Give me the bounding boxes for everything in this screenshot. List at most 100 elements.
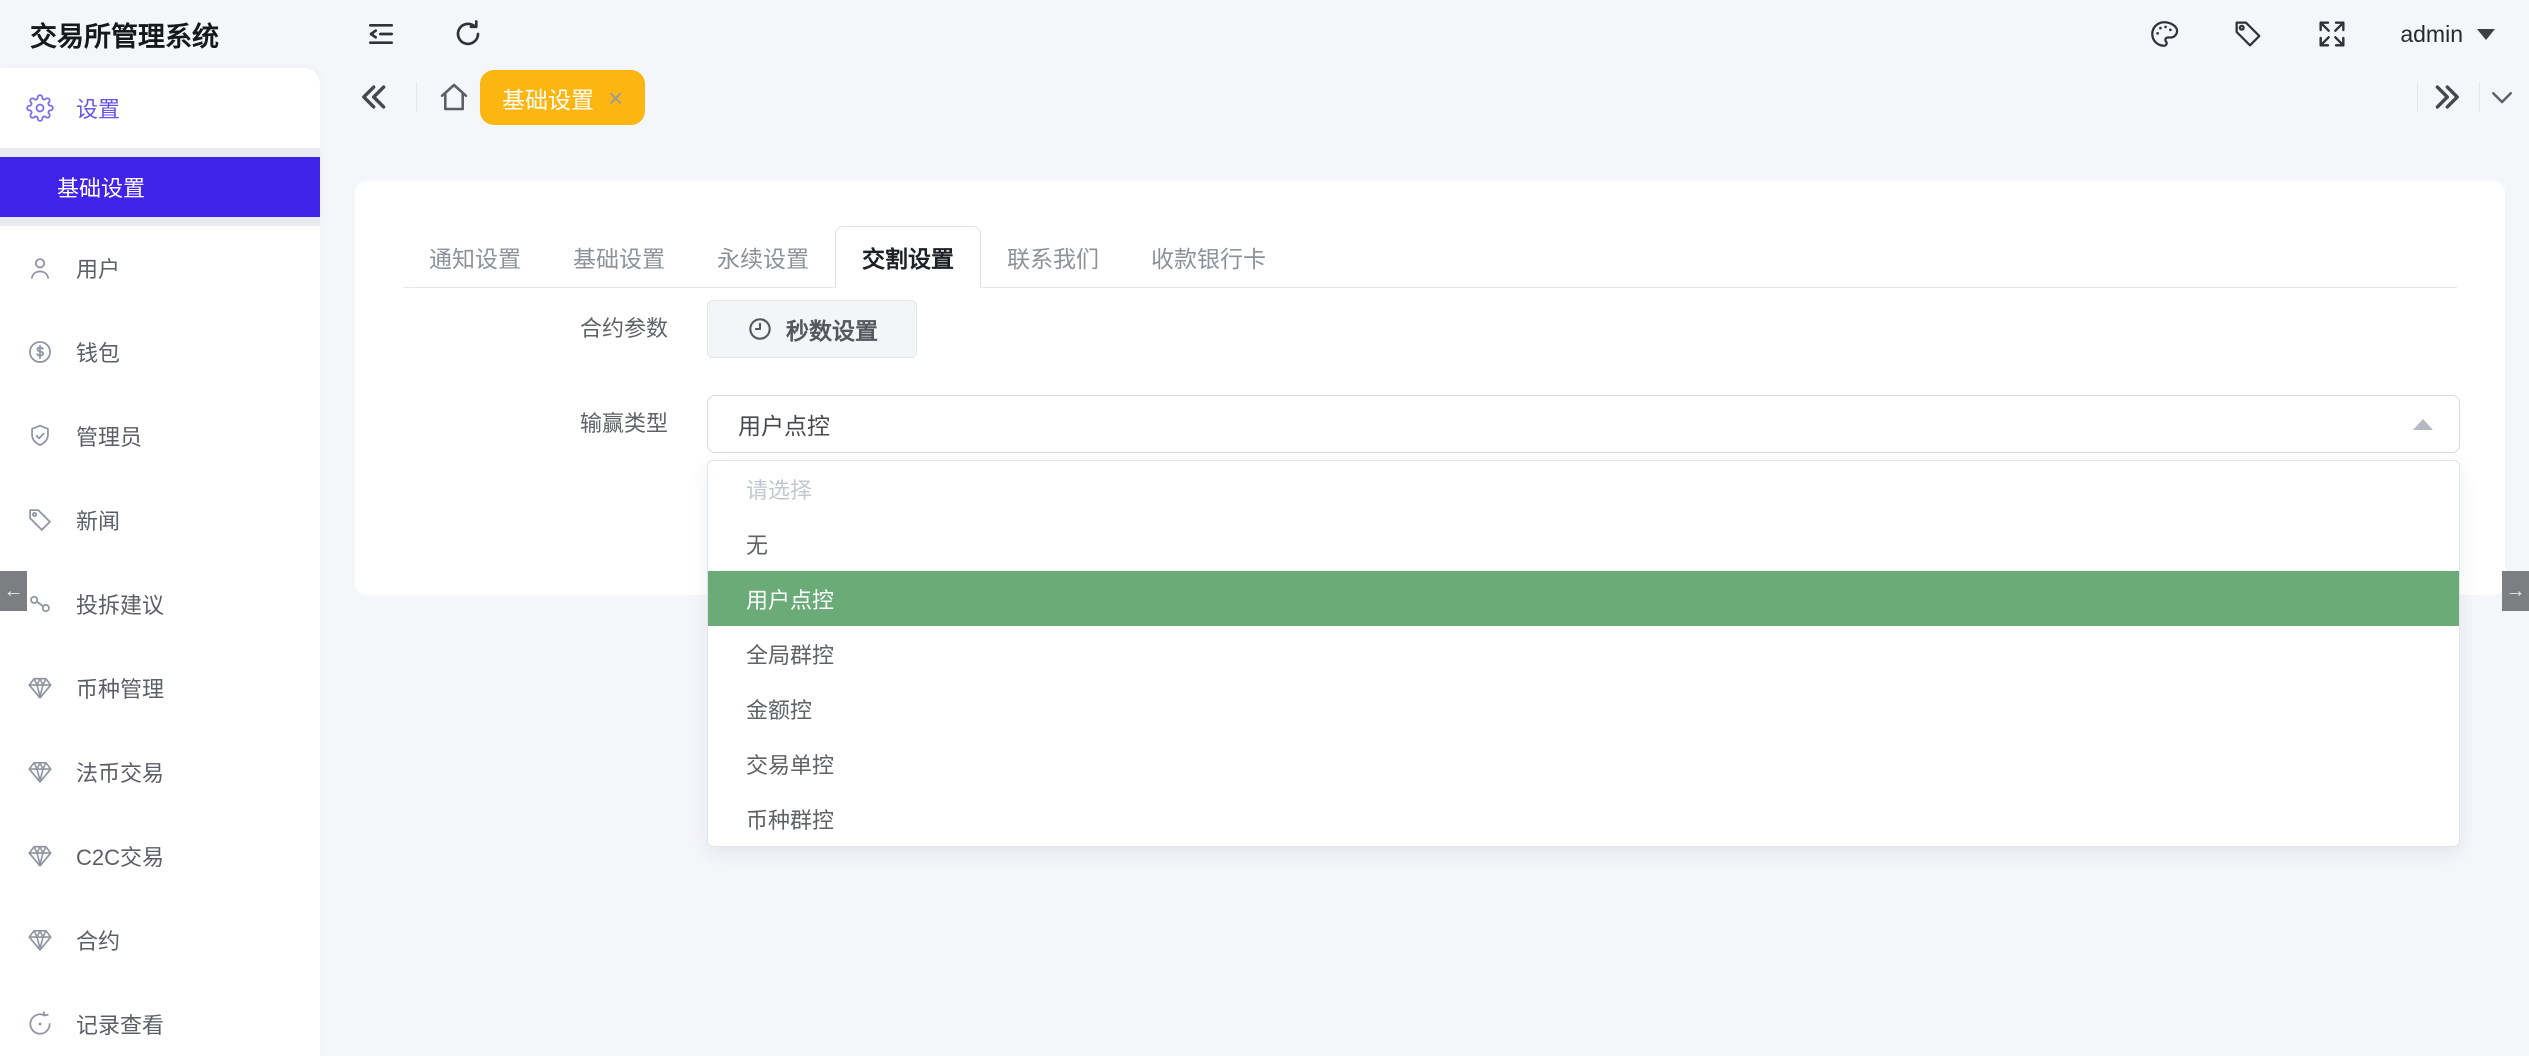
sidebar-item-label: 法币交易 xyxy=(76,756,164,788)
divider xyxy=(2479,82,2480,112)
wallet-icon xyxy=(26,338,54,366)
link-icon xyxy=(26,590,54,618)
divider xyxy=(2417,82,2418,112)
sidebar-item-label: 投拆建议 xyxy=(76,588,164,620)
tags-bar: 基础设置 × xyxy=(320,68,2529,126)
sidebar-item-label: 管理员 xyxy=(76,420,142,452)
sidebar-item-fiat-trade[interactable]: 法币交易 xyxy=(0,730,320,814)
option-amount-control[interactable]: 金额控 xyxy=(708,681,2459,736)
user-menu[interactable]: admin xyxy=(2400,21,2495,48)
top-bar-right: admin xyxy=(2148,0,2495,68)
option-global-group-control[interactable]: 全局群控 xyxy=(708,626,2459,681)
option-label: 用户点控 xyxy=(746,583,834,615)
app-title: 交易所管理系统 xyxy=(30,0,320,68)
option-coin-group-control[interactable]: 币种群控 xyxy=(708,791,2459,846)
contract-params-label: 合约参数 xyxy=(355,300,688,358)
sidebar-item-label: 钱包 xyxy=(76,336,120,368)
sidebar-item-feedback[interactable]: 投拆建议 xyxy=(0,562,320,646)
collapse-sidebar-icon[interactable] xyxy=(365,18,397,50)
sidebar-item-label: 新闻 xyxy=(76,504,120,536)
sidebar-item-label: 记录查看 xyxy=(76,1008,164,1040)
sidebar-item-basic-settings[interactable]: 基础设置 xyxy=(0,157,320,217)
fullscreen-icon[interactable] xyxy=(2316,18,2348,50)
sidebar: 设置 基础设置 用户 钱包 管理员 xyxy=(0,68,320,1056)
option-label: 请选择 xyxy=(746,473,812,505)
shield-check-icon xyxy=(26,422,54,450)
sidebar-item-wallet[interactable]: 钱包 xyxy=(0,310,320,394)
tag-basic-settings[interactable]: 基础设置 × xyxy=(480,70,645,125)
option-label: 币种群控 xyxy=(746,803,834,835)
tags-menu-chevron-down-icon[interactable] xyxy=(2487,82,2517,112)
user-icon xyxy=(26,254,54,282)
sidebar-item-settings[interactable]: 设置 xyxy=(0,68,320,148)
refresh-icon[interactable] xyxy=(452,18,484,50)
sidebar-item-coin-management[interactable]: 币种管理 xyxy=(0,646,320,730)
close-tag-icon[interactable]: × xyxy=(608,85,623,111)
gem-icon xyxy=(26,758,54,786)
home-icon[interactable] xyxy=(436,79,472,115)
option-label: 交易单控 xyxy=(746,748,834,780)
caret-down-icon xyxy=(2477,29,2495,40)
sidebar-item-records[interactable]: 记录查看 xyxy=(0,982,320,1056)
scroll-tags-left-icon[interactable] xyxy=(356,80,390,114)
sidebar-submenu-settings: 基础设置 xyxy=(0,148,320,226)
caret-up-icon xyxy=(2413,419,2433,430)
win-type-select-value: 用户点控 xyxy=(738,407,830,441)
page: 交易所管理系统 xyxy=(0,0,2529,1056)
arrow-right-icon: → xyxy=(2506,580,2526,603)
tab-label: 基础设置 xyxy=(573,240,665,274)
clock-icon xyxy=(746,315,774,343)
seconds-settings-button[interactable]: 秒数设置 xyxy=(707,300,917,358)
option-label: 金额控 xyxy=(746,693,812,725)
sidebar-item-admins[interactable]: 管理员 xyxy=(0,394,320,478)
tags-view-icon[interactable] xyxy=(2232,18,2264,50)
gem-icon xyxy=(26,842,54,870)
win-type-select[interactable]: 用户点控 xyxy=(707,395,2460,453)
tags-bar-right xyxy=(2417,68,2519,126)
option-label: 无 xyxy=(746,528,768,560)
sidebar-item-label: 设置 xyxy=(76,92,120,124)
option-none[interactable]: 无 xyxy=(708,516,2459,571)
sidebar-item-label: C2C交易 xyxy=(76,840,164,872)
username: admin xyxy=(2400,21,2463,48)
tab-basic-settings[interactable]: 基础设置 xyxy=(547,226,691,287)
tab-delivery-settings[interactable]: 交割设置 xyxy=(835,226,981,288)
divider xyxy=(416,82,417,112)
tab-notify-settings[interactable]: 通知设置 xyxy=(403,226,547,287)
arrow-left-icon: ← xyxy=(4,580,24,603)
tag-label: 基础设置 xyxy=(502,81,594,115)
settings-tabs: 通知设置 基础设置 永续设置 交割设置 联系我们 收款银行卡 xyxy=(403,226,2457,288)
win-type-label: 输赢类型 xyxy=(355,395,688,453)
sidebar-item-label: 用户 xyxy=(76,252,120,284)
tab-receiving-bank-card[interactable]: 收款银行卡 xyxy=(1125,226,1292,287)
gem-icon xyxy=(26,674,54,702)
gem-icon xyxy=(26,926,54,954)
tab-label: 通知设置 xyxy=(429,240,521,274)
option-trade-order-control[interactable]: 交易单控 xyxy=(708,736,2459,791)
sidebar-item-news[interactable]: 新闻 xyxy=(0,478,320,562)
tab-label: 联系我们 xyxy=(1007,240,1099,274)
theme-palette-icon[interactable] xyxy=(2148,18,2180,50)
tab-perpetual-settings[interactable]: 永续设置 xyxy=(691,226,835,287)
top-bar: admin xyxy=(320,0,2529,68)
sidebar-item-label: 合约 xyxy=(76,924,120,956)
option-user-point-control[interactable]: 用户点控 xyxy=(708,571,2459,626)
collapse-left-handle[interactable]: ← xyxy=(0,571,27,611)
tag-icon xyxy=(26,506,54,534)
tab-contact-us[interactable]: 联系我们 xyxy=(981,226,1125,287)
option-placeholder[interactable]: 请选择 xyxy=(708,461,2459,516)
history-icon xyxy=(26,1010,54,1038)
sidebar-item-c2c-trade[interactable]: C2C交易 xyxy=(0,814,320,898)
gear-icon xyxy=(26,94,54,122)
tab-label: 收款银行卡 xyxy=(1151,240,1266,274)
tab-label: 永续设置 xyxy=(717,240,809,274)
scroll-tags-right-icon[interactable] xyxy=(2431,80,2465,114)
collapse-right-handle[interactable]: → xyxy=(2502,571,2529,611)
sidebar-item-label: 基础设置 xyxy=(57,171,145,203)
option-label: 全局群控 xyxy=(746,638,834,670)
tab-label: 交割设置 xyxy=(862,240,954,274)
sidebar-item-contract[interactable]: 合约 xyxy=(0,898,320,982)
win-type-dropdown: 请选择 无 用户点控 全局群控 金额控 交易单控 币种群控 xyxy=(707,460,2460,847)
seconds-settings-label: 秒数设置 xyxy=(786,312,878,346)
sidebar-item-users[interactable]: 用户 xyxy=(0,226,320,310)
